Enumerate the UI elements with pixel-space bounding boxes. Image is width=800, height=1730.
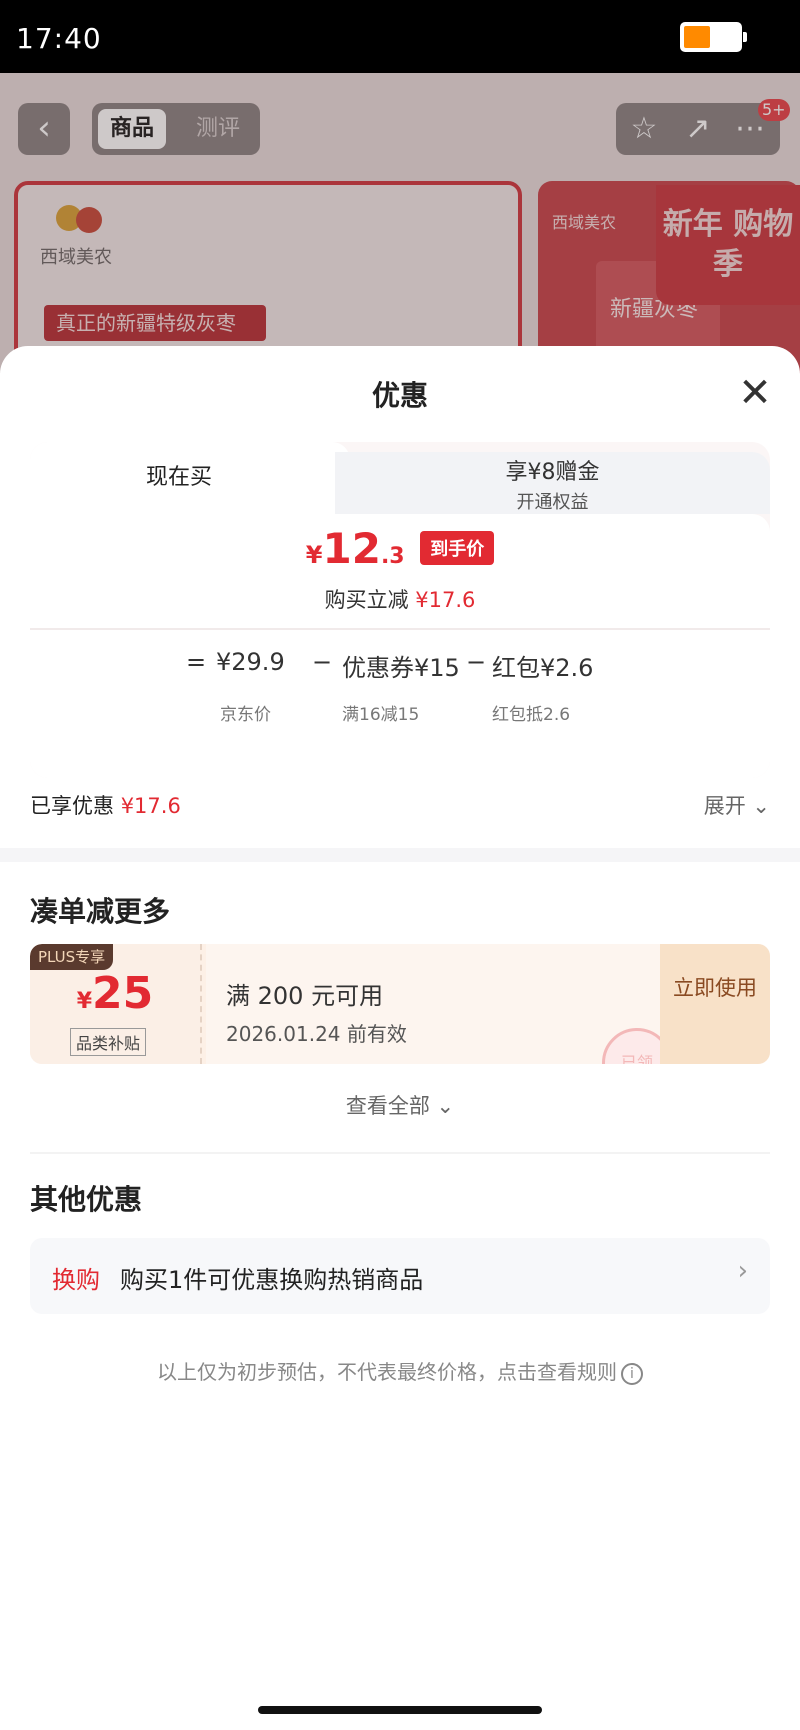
formula-coupon-label: 满16减15	[342, 705, 420, 725]
price-body: ¥12.3 到手价 购买立减 ¥17.6 = ¥29.9 − 优惠券¥15 − …	[30, 514, 770, 778]
disclaimer-text: 以上仅为初步预估，不代表最终价格，点击查看规则	[157, 1360, 617, 1384]
final-price-badge: 到手价	[420, 531, 495, 565]
use-now-button[interactable]: 立即使用	[660, 944, 770, 1064]
formula-jd-price: ¥29.9	[216, 648, 285, 676]
home-indicator[interactable]	[258, 1706, 542, 1714]
price-decimal: .3	[380, 544, 405, 569]
instant-discount-label: 购买立减	[324, 588, 409, 612]
close-icon[interactable]: ✕	[730, 368, 780, 418]
swap-text: 购买1件可优惠换购热销商品	[120, 1266, 424, 1294]
price-formula: = ¥29.9 − 优惠券¥15 − 红包¥2.6 京东价 满16减15 红包抵…	[30, 648, 770, 725]
coupon-perforation	[200, 944, 202, 1064]
instant-discount-value: ¥17.6	[415, 588, 476, 612]
chevron-right-icon: ›	[737, 1256, 748, 1286]
battery-icon	[680, 22, 747, 52]
instant-discount: 购买立减 ¥17.6	[30, 584, 770, 614]
status-time: 17:40	[16, 22, 102, 55]
divider	[30, 628, 770, 630]
see-all-button[interactable]: 查看全部 ⌄	[0, 1090, 800, 1120]
status-bar: 17:40	[0, 0, 800, 73]
modal-scrim[interactable]	[0, 73, 800, 373]
final-price: ¥12.3 到手价	[30, 524, 770, 573]
more-discount-title: 凑单减更多	[30, 895, 171, 928]
coupon-value-area: PLUS专享 ¥25 品类补贴	[30, 944, 200, 1064]
screen: 17:40 ‹ 商品 测评 ☆ ↗ ⋯ 5+ 西域美农 真正的新疆特级灰枣 西域…	[0, 0, 800, 1730]
formula-redpack-label: 红包抵2.6	[492, 705, 571, 725]
price-currency: ¥	[305, 541, 323, 569]
enjoyed-row: 已享优惠 ¥17.6 展开 ⌄	[30, 790, 770, 830]
coupon-expiry: 2026.01.24 前有效	[226, 1022, 407, 1046]
swap-label: 换购	[52, 1266, 100, 1294]
sheet-title: 优惠	[371, 379, 428, 412]
coupon-value: ¥25	[30, 968, 200, 1019]
disclaimer[interactable]: 以上仅为初步预估，不代表最终价格，点击查看规则 i	[0, 1356, 800, 1385]
expand-button[interactable]: 展开 ⌄	[704, 790, 770, 820]
tab-buy-now[interactable]: 现在买	[30, 442, 350, 514]
coupon-amount: 25	[92, 968, 154, 1019]
tab-plus-benefit[interactable]: 享¥8赠金 开通权益	[335, 452, 770, 514]
price-integer: 12	[322, 524, 381, 573]
divider-line	[30, 1152, 770, 1154]
formula-coupon: 优惠券¥15	[342, 654, 460, 682]
enjoyed-value: ¥17.6	[120, 794, 181, 818]
enjoyed-label: 已享优惠	[30, 794, 114, 818]
coupon-currency: ¥	[76, 989, 93, 1014]
coupon-category: 品类补贴	[70, 1028, 147, 1056]
plus-exclusive-tag: PLUS专享	[30, 944, 114, 970]
coupon-details: 满 200 元可用 2026.01.24 前有效 已领	[206, 944, 672, 1064]
plus-benefit-title: 享¥8赠金	[505, 460, 600, 485]
coupon-condition: 满 200 元可用	[226, 982, 384, 1010]
other-discount-title: 其他优惠	[30, 1183, 143, 1216]
price-card: 现在买 享¥8赠金 开通权益 ¥12.3 到手价 购买立减 ¥17.6 = ¥2…	[30, 442, 770, 778]
discount-sheet: 优惠 ✕ 现在买 享¥8赠金 开通权益 ¥12.3 到手价 购买立减 ¥17.6…	[0, 346, 800, 1730]
info-icon[interactable]: i	[621, 1363, 643, 1385]
coupon-card: PLUS专享 ¥25 品类补贴 满 200 元可用 2026.01.24 前有效…	[30, 944, 770, 1064]
formula-jd-price-label: 京东价	[220, 705, 271, 725]
swap-offer-row[interactable]: 换购 购买1件可优惠换购热销商品 ›	[30, 1238, 770, 1314]
plus-benefit-subtitle: 开通权益	[516, 492, 589, 513]
enjoyed-discount: 已享优惠 ¥17.6	[30, 790, 181, 820]
formula-equals: =	[186, 648, 207, 676]
formula-minus-2: −	[466, 648, 487, 676]
section-divider	[0, 848, 800, 862]
formula-minus-1: −	[312, 648, 333, 676]
formula-redpack: 红包¥2.6	[492, 654, 594, 682]
